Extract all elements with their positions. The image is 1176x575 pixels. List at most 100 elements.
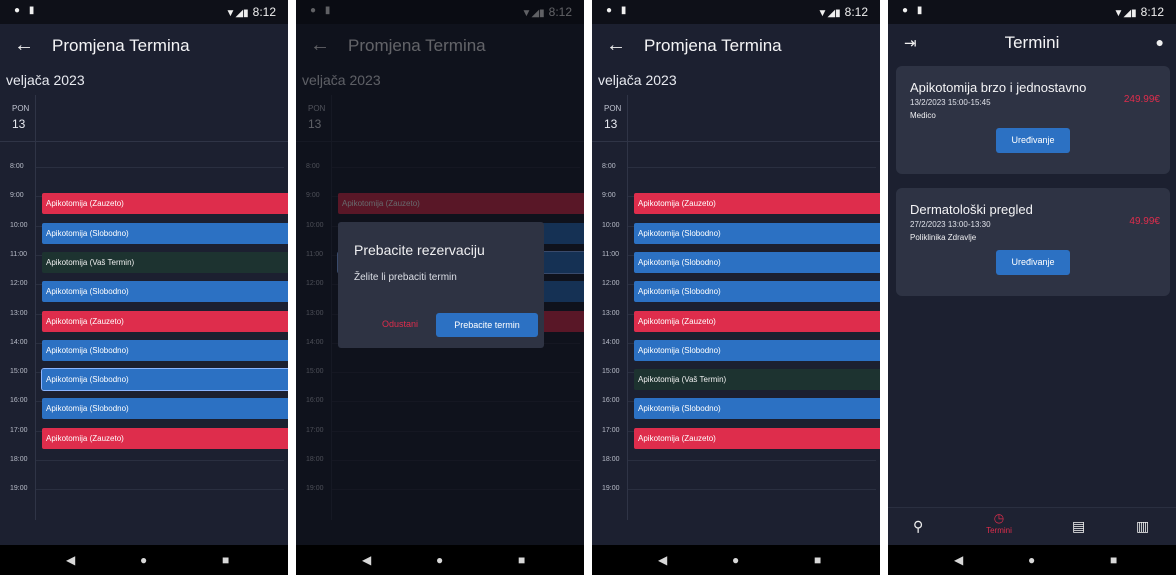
- system-nav-bar: ◀ ● ■: [0, 545, 288, 575]
- nav-recent-icon[interactable]: ■: [814, 553, 821, 567]
- status-icons-left: ● ▮: [606, 5, 630, 16]
- screen-reschedule-1: ● ▮ ▼◢▮ 8:12 ← Promjena Termina veljača 2…: [0, 0, 288, 575]
- status-icons-right: ▼◢▮8:12: [1114, 5, 1164, 19]
- appointment-price: 49.99€: [1129, 216, 1160, 227]
- day-number[interactable]: 13: [12, 117, 25, 131]
- page-title: Promjena Termina: [644, 36, 782, 55]
- appointment-slot[interactable]: Apikotomija (Slobodno): [42, 339, 288, 361]
- hour-label: 19:00: [10, 485, 28, 493]
- header-divider: [0, 141, 288, 142]
- day-number[interactable]: 13: [604, 117, 617, 131]
- hour-gridline: [36, 167, 284, 168]
- hour-label: 13:00: [602, 309, 620, 317]
- page-title: Termini: [1004, 33, 1060, 52]
- appointment-slot[interactable]: Apikotomija (Slobodno): [634, 281, 880, 303]
- day-column-divider: [35, 95, 36, 520]
- hour-gridline: [36, 460, 284, 461]
- hour-gridline: [628, 167, 876, 168]
- nav-back-icon[interactable]: ◀: [658, 553, 667, 567]
- hour-label: 12:00: [10, 280, 28, 288]
- nav-home-icon[interactable]: ●: [1028, 553, 1035, 567]
- edit-appointment-button[interactable]: Uređivanje: [996, 250, 1070, 275]
- header-divider: [592, 141, 880, 142]
- chat-icon[interactable]: ▤: [1072, 518, 1085, 535]
- appointment-price: 249.99€: [1123, 94, 1160, 105]
- appointment-slot[interactable]: Apikotomija (Zauzeto): [634, 310, 880, 332]
- month-label: veljača 2023: [6, 72, 85, 88]
- edit-appointment-button[interactable]: Uređivanje: [996, 128, 1070, 153]
- hour-label: 18:00: [602, 456, 620, 463]
- day-name: PON: [604, 104, 622, 113]
- page-title: Promjena Termina: [52, 36, 190, 55]
- hour-label: 8:00: [602, 163, 616, 170]
- appointment-place: Poliklinika Zdravlje: [910, 233, 977, 242]
- appointment-slot[interactable]: Apikotomija (Slobodno): [634, 251, 880, 273]
- wifi-icon: ▼◢▮: [225, 8, 249, 19]
- nav-home-icon[interactable]: ●: [732, 553, 739, 567]
- nav-back-icon[interactable]: ◀: [66, 553, 75, 567]
- dialog-message: Želite li prebaciti termin: [354, 272, 457, 283]
- appointment-card: Apikotomija brzo i jednostavno 13/2/2023…: [896, 66, 1170, 174]
- appointment-slot[interactable]: Apikotomija (Slobodno): [634, 222, 880, 244]
- appointment-slot[interactable]: Apikotomija (Zauzeto): [42, 193, 288, 215]
- hour-label: 13:00: [10, 309, 28, 317]
- status-icons-right: ▼◢▮8:12: [818, 5, 868, 19]
- appointment-title: Apikotomija brzo i jednostavno: [910, 80, 1087, 95]
- dialog-title: Prebacite rezervaciju: [354, 242, 485, 258]
- status-bar: ● ▮ ▼◢▮8:12: [888, 0, 1176, 24]
- nav-home-icon[interactable]: ●: [140, 553, 147, 567]
- appointment-slot[interactable]: Apikotomija (Slobodno): [42, 281, 288, 303]
- confirm-reschedule-button[interactable]: Prebacite termin: [436, 313, 538, 337]
- screen-reschedule-2: ● ▮ ▼◢▮ 8:12 ← Promjena Termina veljača 2…: [592, 0, 880, 575]
- appointment-slot[interactable]: Apikotomija (Zauzeto): [42, 427, 288, 449]
- nav-recent-icon[interactable]: ■: [222, 553, 229, 567]
- appointment-slot[interactable]: Apikotomija (Vaš Termin): [634, 369, 880, 391]
- hour-label: 11:00: [10, 250, 27, 258]
- status-bar: ● ▮ ▼◢▮8:12: [592, 0, 880, 24]
- status-bar: ● ▮ ▼◢▮8:12: [0, 0, 288, 24]
- hour-label: 12:00: [602, 280, 620, 288]
- status-icons-left: ● ▮: [902, 5, 926, 16]
- hour-label: 17:00: [10, 426, 28, 434]
- search-icon[interactable]: ⚲: [913, 518, 923, 535]
- appointment-card: Dermatološki pregled 27/2/2023 13:00-13:…: [896, 188, 1170, 296]
- day-name: PON: [12, 104, 30, 113]
- status-time: 8:12: [252, 5, 276, 19]
- appointment-slot[interactable]: Apikotomija (Slobodno): [634, 339, 880, 361]
- appointment-slot[interactable]: Apikotomija (Zauzeto): [42, 310, 288, 332]
- app-bar: ← Promjena Termina: [592, 24, 880, 68]
- map-icon[interactable]: ▥: [1136, 518, 1149, 535]
- nav-back-icon[interactable]: ◀: [362, 553, 371, 567]
- nav-tab-label: Termini: [986, 526, 1012, 535]
- hour-label: 19:00: [602, 485, 620, 493]
- arrow-left-icon[interactable]: ←: [14, 34, 34, 57]
- hour-label: 9:00: [602, 192, 616, 200]
- appointment-slot[interactable]: Apikotomija (Slobodno): [41, 368, 288, 392]
- appointment-slot[interactable]: Apikotomija (Zauzeto): [634, 427, 880, 449]
- person-icon[interactable]: ●: [1156, 34, 1164, 50]
- appointment-slot[interactable]: Apikotomija (Vaš Termin): [42, 251, 288, 273]
- hour-label: 10:00: [10, 221, 28, 229]
- appointment-datetime: 13/2/2023 15:00-15:45: [910, 98, 991, 107]
- status-time: 8:12: [1140, 5, 1164, 19]
- nav-back-icon[interactable]: ◀: [954, 553, 963, 567]
- nav-home-icon[interactable]: ●: [436, 553, 443, 567]
- month-label: veljača 2023: [598, 72, 677, 88]
- system-nav-bar: ◀ ● ■: [296, 545, 584, 575]
- hour-label: 10:00: [602, 221, 620, 229]
- arrow-left-icon[interactable]: ←: [606, 34, 626, 57]
- appointment-slot[interactable]: Apikotomija (Slobodno): [634, 398, 880, 420]
- nav-recent-icon[interactable]: ■: [518, 553, 525, 567]
- nav-tab-termini[interactable]: ◷ Termini: [984, 511, 1014, 535]
- hour-gridline: [628, 460, 876, 461]
- appointment-slot[interactable]: Apikotomija (Slobodno): [42, 398, 288, 420]
- hour-label: 15:00: [602, 368, 620, 376]
- hour-label: 14:00: [10, 338, 28, 346]
- hour-label: 16:00: [602, 397, 620, 405]
- hour-gridline: [36, 489, 284, 491]
- appointment-slot[interactable]: Apikotomija (Zauzeto): [634, 193, 880, 215]
- cancel-button[interactable]: Odustani: [382, 319, 418, 329]
- appointment-slot[interactable]: Apikotomija (Slobodno): [42, 222, 288, 244]
- nav-recent-icon[interactable]: ■: [1110, 553, 1117, 567]
- status-icons-right: ▼◢▮8:12: [226, 5, 276, 19]
